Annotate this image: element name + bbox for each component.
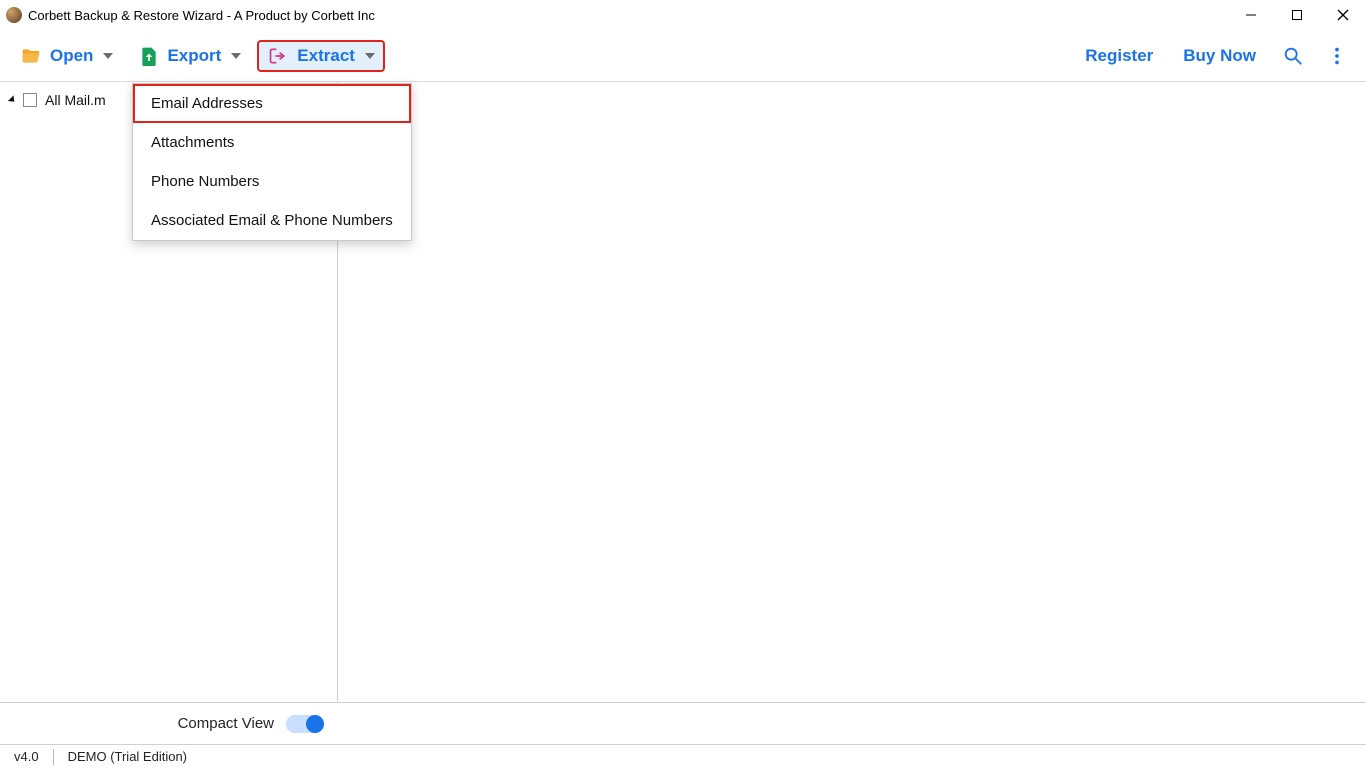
tree-checkbox[interactable]: [23, 93, 37, 107]
chevron-down-icon: [365, 53, 375, 59]
export-button[interactable]: Export: [129, 39, 251, 73]
toolbar: Open Export Extract Register Buy Now: [0, 30, 1366, 82]
close-button[interactable]: [1320, 0, 1366, 30]
status-separator: [53, 749, 54, 765]
export-label: Export: [167, 46, 221, 66]
open-label: Open: [50, 46, 93, 66]
tree-item-label: All Mail.m: [45, 92, 106, 108]
version-label: v4.0: [14, 749, 39, 764]
extract-menu: Email Addresses Attachments Phone Number…: [132, 83, 412, 241]
compact-view-toggle[interactable]: [286, 715, 324, 733]
compact-view-bar: Compact View: [0, 702, 338, 744]
search-icon: [1282, 45, 1304, 67]
chevron-down-icon: [231, 53, 241, 59]
more-button[interactable]: [1318, 37, 1356, 75]
toggle-knob: [306, 715, 324, 733]
status-bar: v4.0 DEMO (Trial Edition): [0, 744, 1366, 768]
viewbar-row: Compact View: [0, 702, 1366, 744]
extract-icon: [267, 46, 289, 66]
extract-menu-phone-numbers[interactable]: Phone Numbers: [133, 162, 411, 201]
content-pane: [338, 82, 1366, 702]
extract-menu-associated[interactable]: Associated Email & Phone Numbers: [133, 201, 411, 240]
extract-menu-email-addresses[interactable]: Email Addresses: [133, 84, 411, 123]
folder-open-icon: [20, 46, 42, 66]
more-vertical-icon: [1326, 45, 1348, 67]
app-icon: [6, 7, 22, 23]
open-button[interactable]: Open: [10, 40, 123, 72]
extract-menu-attachments[interactable]: Attachments: [133, 123, 411, 162]
window-title: Corbett Backup & Restore Wizard - A Prod…: [28, 8, 375, 23]
extract-button[interactable]: Extract: [257, 40, 385, 72]
tree-expand-icon[interactable]: [8, 95, 17, 104]
file-export-icon: [139, 45, 159, 67]
window-controls: [1228, 0, 1366, 30]
register-link[interactable]: Register: [1073, 40, 1165, 72]
extract-label: Extract: [297, 46, 355, 66]
title-bar: Corbett Backup & Restore Wizard - A Prod…: [0, 0, 1366, 30]
edition-label: DEMO (Trial Edition): [68, 749, 187, 764]
buy-now-link[interactable]: Buy Now: [1171, 40, 1268, 72]
chevron-down-icon: [103, 53, 113, 59]
maximize-button[interactable]: [1274, 0, 1320, 30]
minimize-button[interactable]: [1228, 0, 1274, 30]
compact-view-label: Compact View: [178, 715, 274, 732]
search-button[interactable]: [1274, 37, 1312, 75]
